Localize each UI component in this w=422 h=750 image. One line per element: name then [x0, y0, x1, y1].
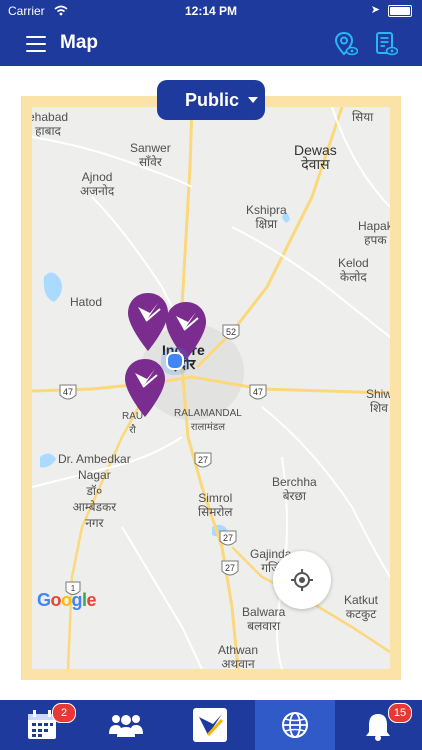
page-title: Map: [60, 32, 98, 53]
calendar-badge: 2: [52, 703, 76, 723]
location-eye-icon[interactable]: [334, 31, 358, 57]
clock: 12:14 PM: [184, 4, 238, 18]
map-label: सिया: [352, 110, 374, 124]
bottom-tab-bar: 2 15: [0, 700, 422, 750]
map-label: Hatod: [70, 295, 103, 309]
crosshair-icon: [291, 569, 313, 591]
svg-text:52: 52: [226, 327, 236, 337]
map-label: Kshipra क्षिप्रा: [246, 203, 287, 231]
map-label: Berchha बेरछा: [272, 475, 317, 503]
status-bar: Carrier 12:14 PM ➤: [0, 0, 422, 22]
map-label: Balwara बलवारा: [242, 605, 286, 633]
road-shield: 47: [59, 384, 77, 400]
road-shield: 47: [249, 384, 267, 400]
map-pin[interactable]: [123, 357, 167, 419]
road-shield: 27: [221, 560, 239, 576]
map-label: Sanwer साँवेर: [130, 141, 171, 169]
road-shield: 27: [194, 452, 212, 468]
current-location-dot: [166, 352, 184, 370]
map-label: Simrol सिमरोल: [198, 491, 233, 519]
chevron-down-icon: [248, 97, 258, 103]
map-label: Ajnod अजनोद: [80, 170, 115, 198]
map-label: Kelod केलोद: [338, 256, 369, 284]
tab-map[interactable]: [255, 700, 335, 750]
tab-home[interactable]: [181, 700, 241, 750]
lake: [43, 272, 62, 302]
map-label: Hapak हपक: [358, 219, 390, 247]
map-label: Athwan अथवान: [218, 643, 259, 669]
map-label: Shiw शिव: [366, 387, 390, 415]
google-logo: Google: [37, 590, 97, 610]
svg-text:27: 27: [223, 533, 233, 543]
tab-calendar[interactable]: 2: [12, 700, 76, 750]
road-shield: 27: [219, 530, 237, 546]
road-shield: 52: [222, 324, 240, 340]
document-eye-icon[interactable]: [374, 31, 398, 57]
map-label: ehabad हाबाद: [32, 110, 69, 138]
app-logo-icon: [193, 708, 227, 742]
nav-bar: Map: [0, 22, 422, 66]
lake: [40, 453, 56, 468]
svg-text:47: 47: [253, 387, 263, 397]
map-view[interactable]: 52 47 47 27 27 27 1 ehabad हाबाद Sanwer सा…: [32, 107, 390, 669]
my-location-button[interactable]: [273, 551, 331, 609]
hamburger-icon[interactable]: [26, 36, 46, 52]
location-arrow-icon: ➤: [370, 4, 380, 16]
filter-selected-label: Public: [185, 90, 240, 110]
map-label: Dewas देवास: [294, 142, 337, 172]
battery-icon: [388, 5, 412, 17]
map-label: RALAMANDAL रालामंडल: [174, 408, 242, 433]
visibility-filter-dropdown[interactable]: Public: [157, 80, 265, 120]
tab-people[interactable]: [96, 700, 156, 750]
map-label: Dr. Ambedkar Nagar डॉ० आम्बेडकर नगर: [58, 452, 131, 530]
svg-text:47: 47: [63, 387, 73, 397]
svg-text:27: 27: [225, 563, 235, 573]
tab-notifications[interactable]: 15: [348, 700, 412, 750]
road-minor: [121, 526, 203, 669]
notifications-badge: 15: [388, 703, 412, 723]
svg-text:27: 27: [198, 455, 208, 465]
map-label: Katkut कटकुट: [344, 593, 379, 621]
people-icon: [109, 715, 143, 737]
globe-icon: [282, 712, 308, 738]
